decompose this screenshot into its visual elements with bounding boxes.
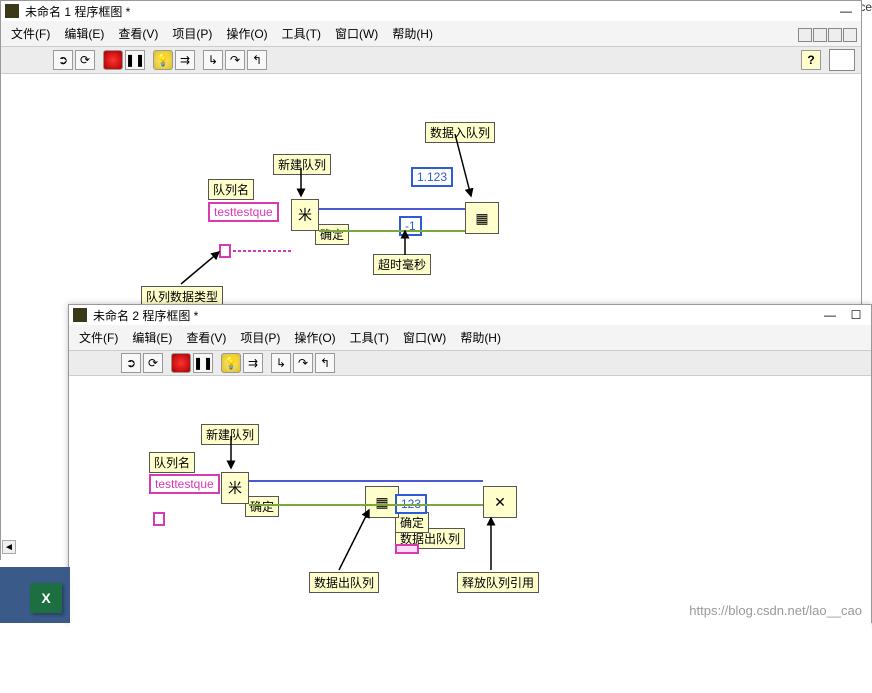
confirm-label-2: 确定 — [245, 496, 279, 517]
menu-operate-2[interactable]: 操作(O) — [288, 327, 341, 348]
window-title-1: 未命名 1 程序框图 * — [25, 3, 839, 20]
toggle-icon[interactable] — [798, 28, 812, 42]
probe-indicator[interactable] — [395, 544, 419, 554]
minimize-button-2[interactable]: — — [823, 308, 837, 322]
toolbar-1: ➲ ⟳ ❚❚ 💡 ⇉ ↳ ↷ ↰ ? — [1, 47, 861, 74]
queue-name-label-2: 队列名 — [149, 452, 195, 473]
step-over-button[interactable]: ↷ — [225, 50, 245, 70]
queue-name-constant-2[interactable]: testtestque — [149, 474, 220, 494]
window-2: 未命名 2 程序框图 * — ☐ 文件(F) 编辑(E) 查看(V) 项目(P)… — [68, 304, 872, 623]
arrow-3 — [441, 134, 481, 204]
keyboard-icon[interactable] — [813, 28, 827, 42]
arrow-5 — [217, 436, 247, 474]
arrow-2 — [287, 168, 317, 203]
menu-operate[interactable]: 操作(O) — [220, 23, 273, 44]
menu-window-2[interactable]: 窗口(W) — [397, 327, 452, 348]
run-continuous-button-2[interactable]: ⟳ — [143, 353, 163, 373]
run-continuous-button[interactable]: ⟳ — [75, 50, 95, 70]
confirm-label: 确定 — [315, 224, 349, 245]
confirm-label-3: 确定 — [395, 512, 429, 533]
app-icon-2 — [73, 308, 87, 322]
app-icon — [5, 4, 19, 18]
step-into-button[interactable]: ↳ — [203, 50, 223, 70]
menu-project[interactable]: 项目(P) — [166, 23, 218, 44]
menubar-1: 文件(F) 编辑(E) 查看(V) 项目(P) 操作(O) 工具(T) 窗口(W… — [1, 21, 861, 47]
step-over-button-2[interactable]: ↷ — [293, 353, 313, 373]
menu-window[interactable]: 窗口(W) — [329, 23, 384, 44]
titlebar-2[interactable]: 未命名 2 程序框图 * — ☐ — [69, 305, 871, 325]
pause-button-2[interactable]: ❚❚ — [193, 353, 213, 373]
titlebar-1[interactable]: 未命名 1 程序框图 * — — [1, 1, 861, 21]
run-button[interactable]: ➲ — [53, 50, 73, 70]
vi-icon[interactable] — [829, 49, 855, 71]
menu-edit-2[interactable]: 编辑(E) — [126, 327, 178, 348]
arrow-1 — [171, 194, 231, 294]
maximize-button-2[interactable]: ☐ — [849, 308, 863, 322]
question-icon[interactable] — [828, 28, 842, 42]
menu-help-2[interactable]: 帮助(H) — [454, 327, 507, 348]
menu-help[interactable]: 帮助(H) — [386, 23, 439, 44]
run-button-2[interactable]: ➲ — [121, 353, 141, 373]
pause-button[interactable]: ❚❚ — [125, 50, 145, 70]
menu-view-2[interactable]: 查看(V) — [180, 327, 232, 348]
wire-pink — [233, 250, 291, 252]
watermark: https://blog.csdn.net/lao__cao — [689, 603, 862, 618]
scroll-left-button[interactable]: ◄ — [2, 540, 16, 554]
arrow-4 — [391, 229, 421, 259]
menu-tools-2[interactable]: 工具(T) — [344, 327, 395, 348]
excel-icon[interactable]: X — [30, 583, 62, 613]
step-out-button-2[interactable]: ↰ — [315, 353, 335, 373]
wire-blue — [319, 208, 465, 210]
menu-file[interactable]: 文件(F) — [5, 23, 56, 44]
step-into-button-2[interactable]: ↳ — [271, 353, 291, 373]
wire-blue-2 — [249, 480, 483, 482]
highlight-button[interactable]: 💡 — [153, 50, 173, 70]
toolbar-2: ➲ ⟳ ❚❚ 💡 ⇉ ↳ ↷ ↰ — [69, 351, 871, 376]
menu-tools[interactable]: 工具(T) — [276, 23, 327, 44]
menubar-2: 文件(F) 编辑(E) 查看(V) 项目(P) 操作(O) 工具(T) 窗口(W… — [69, 325, 871, 351]
chevron-icon[interactable] — [843, 28, 857, 42]
data-type-constant-2[interactable] — [153, 512, 165, 526]
menu-edit[interactable]: 编辑(E) — [58, 23, 110, 44]
obtain-queue-node-2[interactable]: 米 — [221, 472, 249, 504]
abort-button-2[interactable] — [171, 353, 191, 373]
menu-view[interactable]: 查看(V) — [112, 23, 164, 44]
arrow-6 — [325, 506, 375, 576]
arrow-7 — [477, 514, 507, 574]
context-help-button[interactable]: ? — [801, 50, 821, 70]
highlight-button-2[interactable]: 💡 — [221, 353, 241, 373]
retain-button-2[interactable]: ⇉ — [243, 353, 263, 373]
window-title-2: 未命名 2 程序框图 * — [93, 307, 823, 324]
retain-button[interactable]: ⇉ — [175, 50, 195, 70]
release-label: 释放队列引用 — [457, 572, 539, 593]
obtain-queue-node[interactable]: 米 — [291, 199, 319, 231]
menu-file-2[interactable]: 文件(F) — [73, 327, 124, 348]
abort-button[interactable] — [103, 50, 123, 70]
right-icons — [798, 28, 857, 42]
menu-project-2[interactable]: 项目(P) — [234, 327, 286, 348]
diagram-2[interactable]: 队列名 testtestque 新建队列 确定 数据出队列 数据出队列 确定 释… — [69, 376, 871, 693]
enqueue-node[interactable]: ▦ — [465, 202, 499, 234]
minimize-button[interactable]: — — [839, 4, 853, 18]
step-out-button[interactable]: ↰ — [247, 50, 267, 70]
